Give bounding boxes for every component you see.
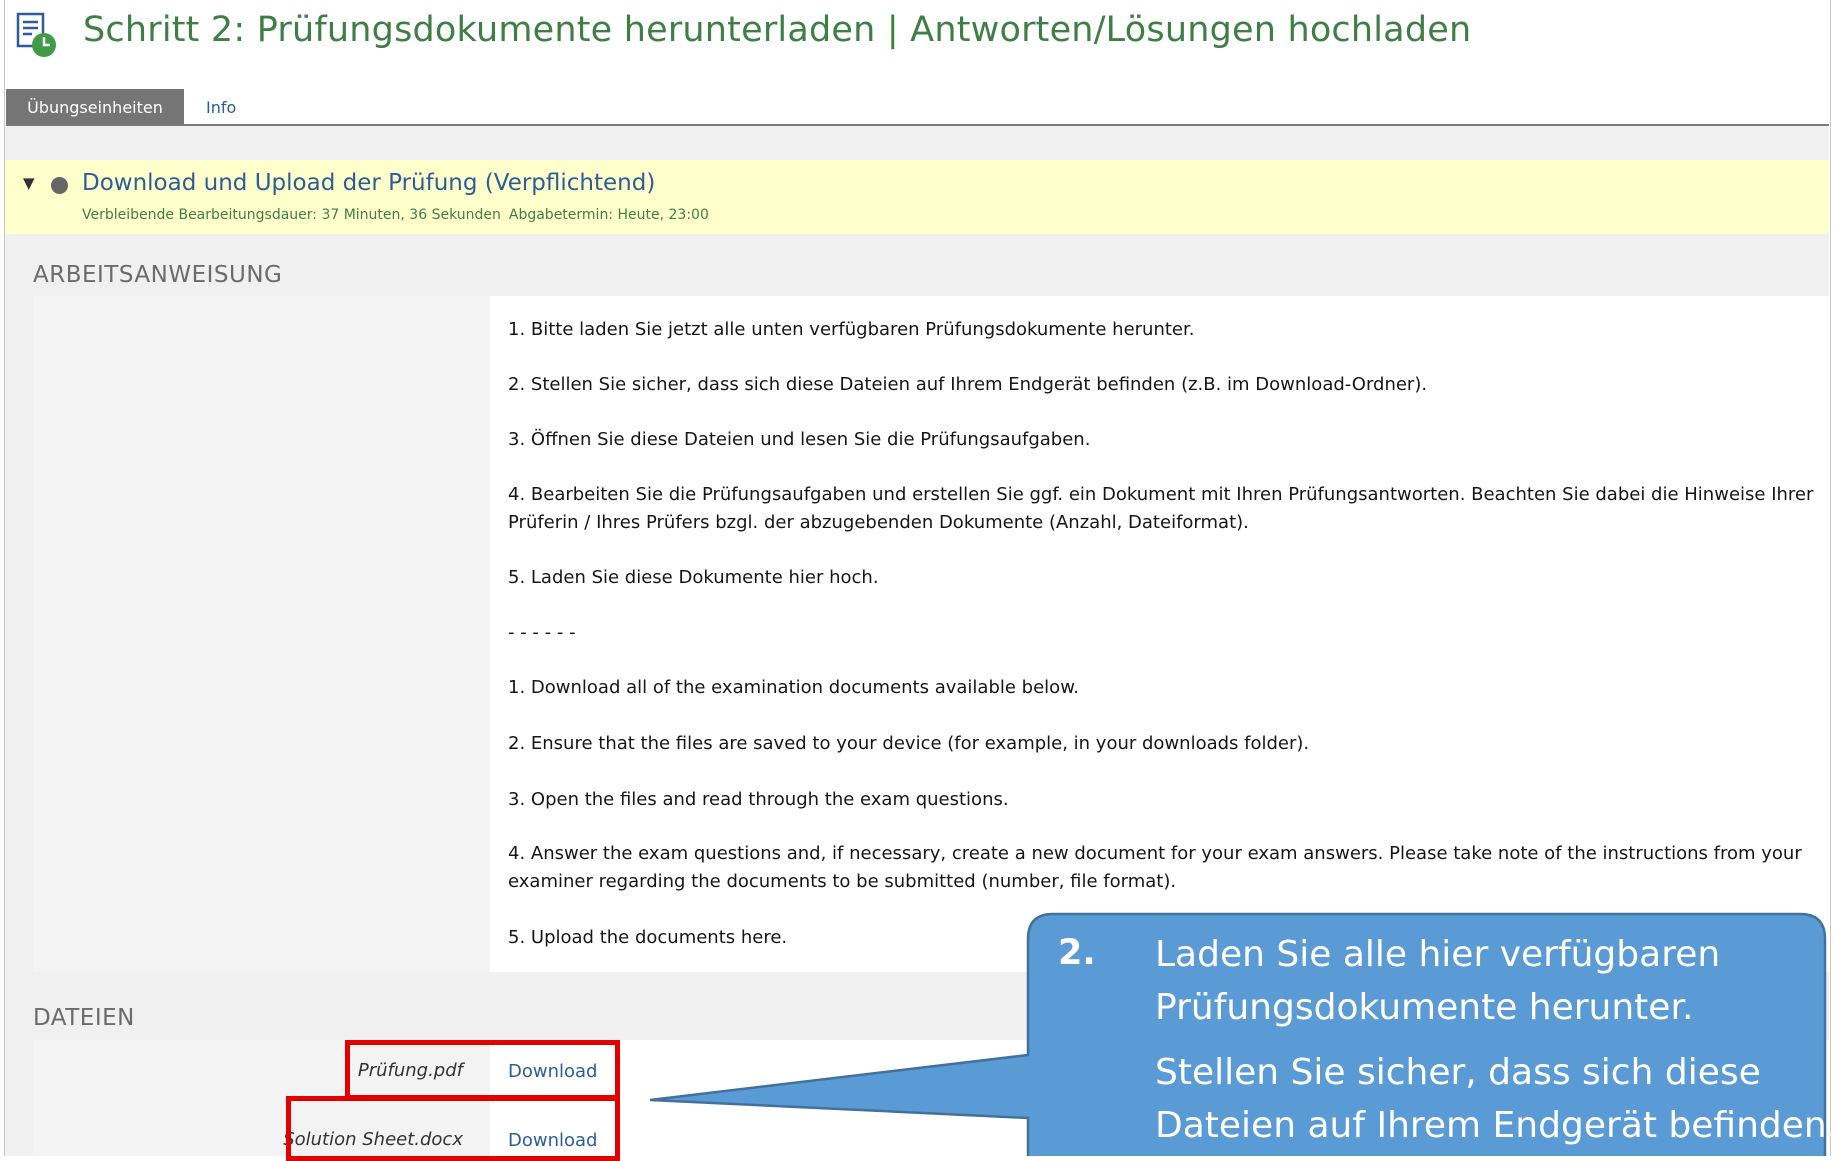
instructions-heading: ARBEITSANWEISUNG (33, 262, 283, 288)
collapse-arrow-icon[interactable]: ▼ (23, 174, 35, 192)
callout-text: Laden Sie alle hier verfügbaren Prüfungs… (1155, 928, 1833, 1152)
instruction-line: 2. Ensure that the files are saved to yo… (508, 733, 1310, 754)
callout-line: Laden Sie alle hier verfügbaren (1155, 934, 1721, 975)
callout-line: Dateien auf Ihrem Endgerät befinden. (1155, 1105, 1833, 1146)
exercise-unit-meta: Verbleibende Bearbeitungsdauer: 37 Minut… (82, 207, 717, 223)
instruction-line: 2. Stellen Sie sicher, dass sich diese D… (508, 374, 1428, 395)
callout-step-number: 2. (1058, 933, 1096, 973)
instruction-line: 4. Answer the exam questions and, if nec… (508, 843, 1802, 892)
deadline: Abgabetermin: Heute, 23:00 (508, 207, 709, 223)
callout-line: Prüfungsdokumente herunter. (1155, 987, 1694, 1028)
instructions-label-column (33, 296, 490, 972)
tab-info[interactable]: Info (206, 89, 236, 125)
instruction-line: 1. Download all of the examination docum… (508, 677, 1079, 698)
exercise-unit-title[interactable]: Download und Upload der Prüfung (Verpfli… (82, 170, 655, 196)
remaining-time: Verbleibende Bearbeitungsdauer: 37 Minut… (82, 207, 501, 223)
instruction-line: 5. Laden Sie diese Dokumente hier hoch. (508, 567, 879, 588)
instruction-line: 1. Bitte laden Sie jetzt alle unten verf… (508, 319, 1195, 340)
exercise-unit-header: ▼ Download und Upload der Prüfung (Verpf… (5, 160, 1829, 234)
instruction-separator: - - - - - - (508, 622, 576, 643)
status-dot-icon (51, 177, 68, 194)
instructions-panel: 1. Bitte laden Sie jetzt alle unten verf… (33, 296, 1829, 972)
instruction-line: 3. Öffnen Sie diese Dateien und lesen Si… (508, 429, 1091, 450)
highlight-box-solution-sheet (286, 1096, 620, 1161)
instruction-line: 4. Bearbeiten Sie die Prüfungsaufgaben u… (508, 484, 1814, 533)
callout-line: Stellen Sie sicher, dass sich diese (1155, 1052, 1761, 1093)
files-heading: DATEIEN (33, 1005, 135, 1031)
exercise-clock-icon (16, 12, 56, 57)
page-title: Schritt 2: Prüfungsdokumente herunterlad… (83, 10, 1472, 50)
highlight-box-pruefung (345, 1040, 620, 1100)
tab-uebungseinheiten[interactable]: Übungseinheiten (6, 89, 184, 125)
instruction-line: 3. Open the files and read through the e… (508, 789, 1009, 810)
